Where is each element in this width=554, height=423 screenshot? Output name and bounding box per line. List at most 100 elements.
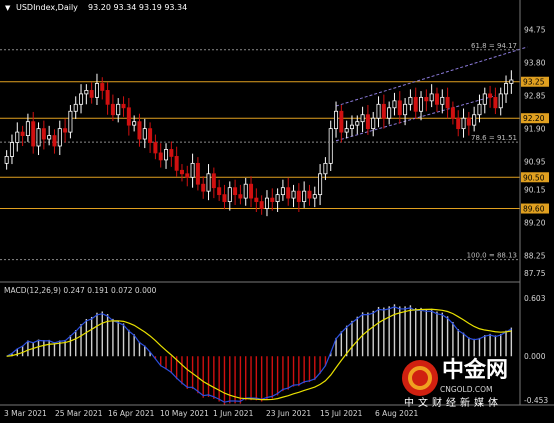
price-tick-label: 91.90	[524, 125, 546, 134]
candle-body	[222, 194, 227, 202]
candle-body	[100, 83, 105, 91]
candle-body	[456, 117, 461, 130]
candle-body	[450, 107, 455, 119]
candle-body	[397, 100, 402, 116]
level-label-2: 90.50	[523, 173, 545, 182]
symbol-header: USDIndex,Daily	[16, 3, 78, 12]
candle-body	[509, 79, 514, 84]
candle-body	[472, 114, 477, 126]
candle-body	[344, 128, 349, 133]
candle-body	[36, 128, 41, 147]
candle-body	[31, 121, 36, 147]
price-tick-label: 93.80	[524, 59, 546, 68]
candle-body	[89, 90, 94, 98]
candle-body	[264, 197, 269, 209]
candle-body	[259, 201, 264, 209]
date-tick-label: 16 Apr 2021	[108, 409, 155, 418]
candle-body	[116, 103, 121, 116]
candle-body	[84, 90, 89, 95]
candle-body	[291, 190, 296, 199]
candle-body	[424, 96, 429, 102]
candle-body	[169, 149, 174, 157]
candle-body	[15, 131, 20, 143]
macd-tick-label: 0.000	[524, 352, 546, 361]
price-tick-label: 94.75	[524, 26, 546, 35]
watermark-subtitle: 中文财经新媒体	[404, 396, 502, 409]
candle-body	[365, 114, 370, 130]
price-tick-label: 87.75	[524, 269, 546, 278]
candle-body	[461, 117, 466, 130]
candle-body	[9, 142, 14, 157]
fib-label-1: 78.6 = 91.51	[471, 134, 517, 142]
candle-body	[434, 93, 439, 105]
candle-body	[419, 96, 424, 112]
candle-body	[270, 197, 275, 202]
candle-body	[318, 173, 323, 196]
logo-circle-icon	[402, 360, 438, 396]
candle-body	[302, 190, 307, 202]
candle-body	[403, 103, 408, 116]
candle-body	[47, 135, 52, 140]
candle-body	[504, 83, 509, 95]
dropdown-triangle-icon[interactable]: ▼	[5, 4, 11, 12]
candle-body	[440, 96, 445, 105]
candle-body	[79, 93, 84, 105]
candle-body	[408, 96, 413, 105]
price-tick-label: 92.85	[524, 92, 546, 101]
candle-body	[381, 103, 386, 119]
candle-body	[445, 96, 450, 109]
candle-body	[275, 194, 280, 202]
candle-body	[41, 128, 46, 140]
candle-body	[142, 128, 147, 140]
candle-body	[20, 131, 25, 136]
candle-body	[63, 128, 68, 133]
candle-body	[493, 96, 498, 109]
date-tick-label: 25 Mar 2021	[55, 409, 103, 418]
candle-body	[488, 93, 493, 98]
candle-body	[339, 110, 344, 133]
price-chart-area: USDIndex,Daily 93.20 93.34 93.19 93.34 ▼…	[0, 0, 554, 423]
candle-body	[132, 121, 137, 126]
candle-body	[254, 197, 259, 202]
candle-body	[195, 162, 200, 185]
candle-body	[211, 173, 216, 189]
candle-body	[286, 187, 291, 199]
candle-body	[429, 93, 434, 102]
candle-body	[360, 114, 365, 123]
level-label-3: 89.60	[523, 205, 545, 214]
candle-body	[185, 173, 190, 178]
candle-body	[174, 156, 179, 171]
date-tick-label: 1 Jun 2021	[213, 409, 254, 418]
date-tick-label: 6 Aug 2021	[375, 409, 418, 418]
candle-body	[238, 194, 243, 199]
candle-body	[413, 96, 418, 112]
macd-tick-label: -0.453	[524, 396, 548, 405]
candle-body	[164, 149, 169, 161]
candle-body	[323, 162, 328, 175]
candle-body	[153, 142, 158, 154]
macd-header: MACD(12,26,9) 0.247 0.191 0.072 0.000	[4, 286, 157, 295]
candle-body	[312, 194, 317, 199]
candle-body	[201, 183, 206, 192]
macd-tick-label: 0.603	[524, 294, 546, 303]
candle-body	[158, 152, 163, 161]
candle-body	[349, 124, 354, 130]
candle-body	[387, 107, 392, 119]
candle-body	[148, 128, 153, 143]
candle-body	[105, 90, 110, 105]
candle-body	[392, 100, 397, 109]
candle-body	[355, 121, 360, 126]
candle-body	[25, 121, 30, 136]
price-tick-label: 90.15	[524, 185, 546, 194]
candle-body	[498, 93, 503, 109]
candle-body	[466, 117, 471, 126]
candle-body	[334, 110, 339, 130]
candle-body	[233, 187, 238, 196]
candle-body	[126, 107, 131, 126]
candle-body	[280, 187, 285, 196]
candle-body	[73, 103, 78, 112]
date-tick-label: 10 May 2021	[160, 409, 209, 418]
date-tick-label: 15 Jul 2021	[320, 409, 363, 418]
candle-body	[227, 187, 232, 202]
candle-body	[121, 103, 126, 109]
